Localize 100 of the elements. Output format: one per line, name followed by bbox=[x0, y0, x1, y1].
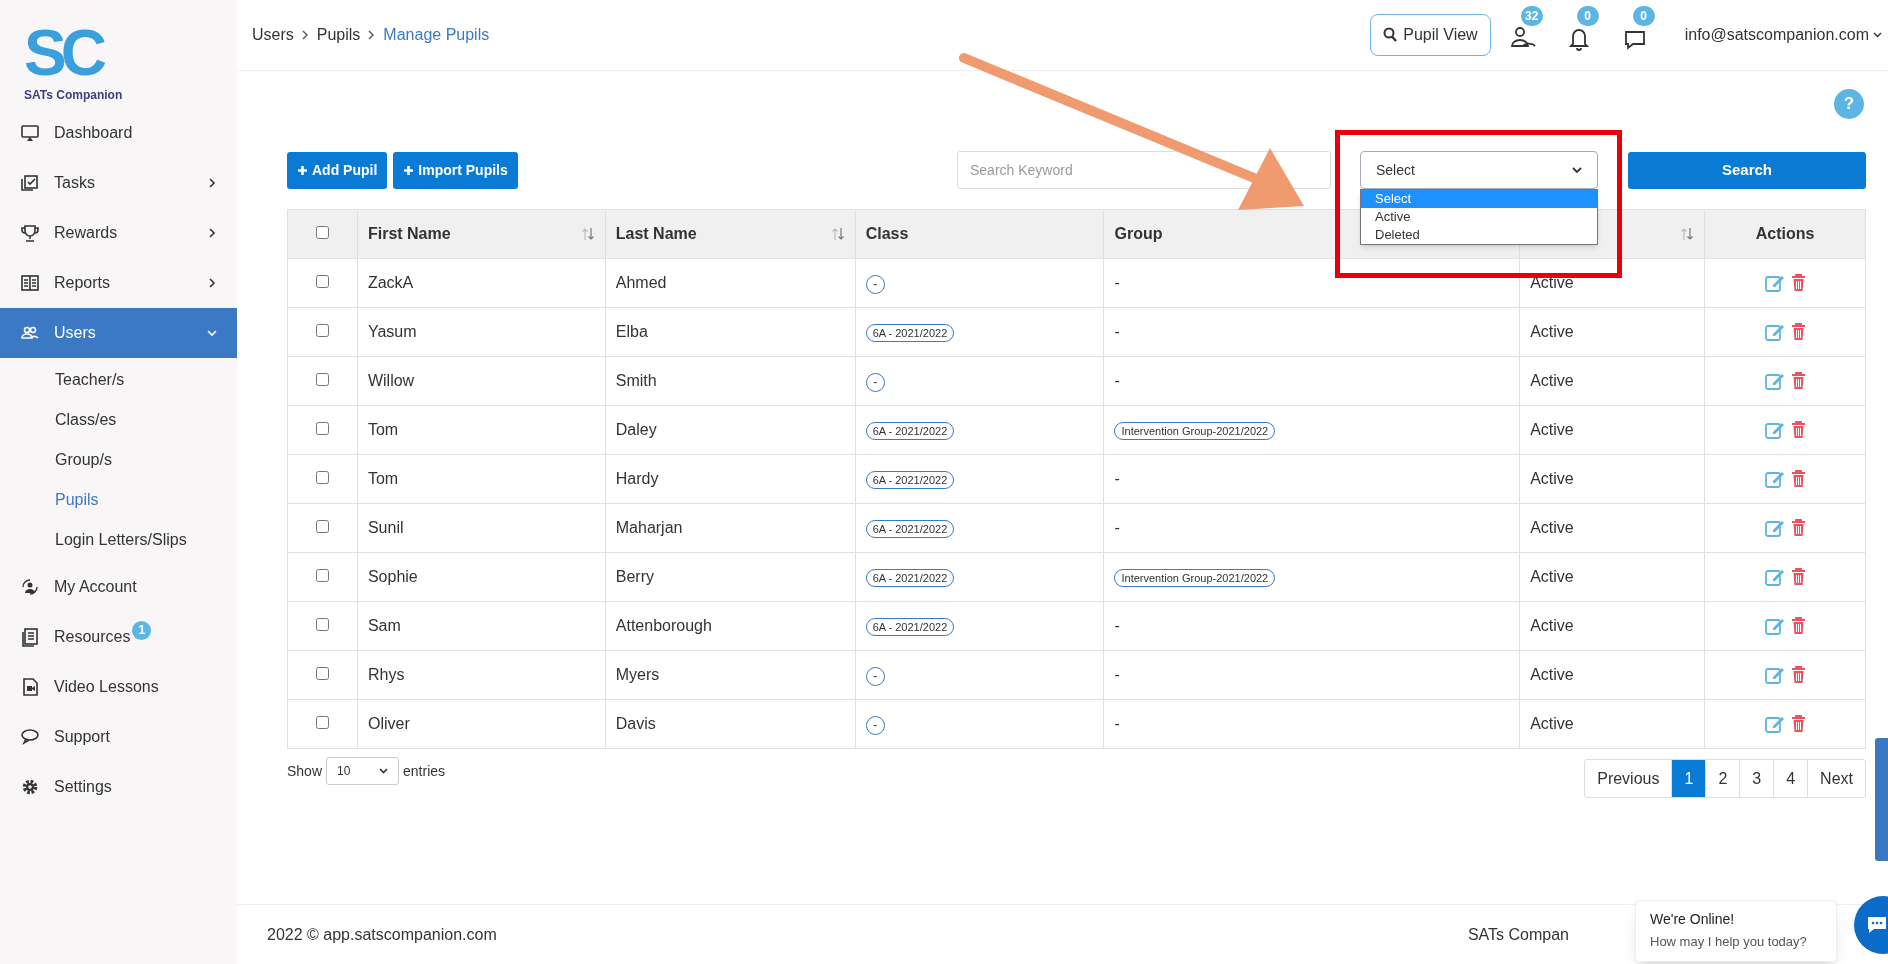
row-checkbox[interactable] bbox=[315, 324, 329, 337]
trash-icon[interactable] bbox=[1790, 274, 1806, 292]
chevron-icon bbox=[368, 30, 376, 40]
edit-icon[interactable] bbox=[1764, 323, 1785, 341]
edit-icon[interactable] bbox=[1764, 421, 1785, 439]
page-button[interactable]: 2 bbox=[1705, 760, 1740, 797]
row-checkbox[interactable] bbox=[315, 618, 329, 631]
search-field[interactable]: Search Keyword bbox=[957, 151, 1331, 189]
table-cell: Rhys bbox=[357, 650, 606, 700]
edit-icon[interactable] bbox=[1764, 274, 1785, 292]
sort-icon[interactable] bbox=[830, 227, 845, 241]
toolbar-button[interactable]: Add Pupil bbox=[287, 151, 388, 189]
edit-icon[interactable] bbox=[1764, 372, 1785, 390]
column-header[interactable]: Actions bbox=[1755, 222, 1815, 246]
table-cell: Active bbox=[1519, 699, 1705, 749]
page-length-select[interactable]: 10 bbox=[326, 757, 400, 785]
column-header[interactable]: Class bbox=[865, 222, 909, 246]
dropdown-option[interactable]: Deleted bbox=[1361, 226, 1597, 244]
chat-popup[interactable]: We're Online! How may I help you today? bbox=[1635, 900, 1837, 962]
account-menu[interactable]: info@satscompanion.com bbox=[1684, 23, 1882, 47]
trash-icon[interactable] bbox=[1790, 372, 1806, 390]
sort-icon[interactable] bbox=[1680, 227, 1695, 241]
page-button[interactable]: Previous bbox=[1585, 760, 1672, 797]
settings-icon bbox=[20, 777, 40, 797]
count-badge: 0 bbox=[1632, 6, 1655, 26]
sidebar-item[interactable]: Video Lessons bbox=[0, 662, 237, 712]
submenu-item[interactable]: Class/es bbox=[0, 400, 237, 440]
chat-title: We're Online! bbox=[1650, 910, 1736, 929]
row-checkbox[interactable] bbox=[315, 667, 329, 680]
trophy-icon bbox=[20, 223, 40, 243]
table-cell: - bbox=[1114, 323, 1120, 340]
copyright-text: 2022 © app.satscompanion.com bbox=[267, 924, 497, 945]
table-cell: - bbox=[1114, 519, 1120, 536]
breadcrumb-link[interactable]: Pupils bbox=[316, 23, 361, 47]
column-header[interactable]: First Name bbox=[367, 222, 451, 246]
table-cell: Sophie bbox=[357, 552, 606, 602]
page-button[interactable]: Next bbox=[1807, 760, 1865, 797]
row-checkbox[interactable] bbox=[315, 373, 329, 386]
submenu-item[interactable]: Pupils bbox=[0, 480, 237, 520]
dropdown-option[interactable]: Active bbox=[1361, 208, 1597, 226]
sidebar-item[interactable]: Rewards bbox=[0, 208, 237, 258]
sidebar-item[interactable]: Settings bbox=[0, 762, 237, 812]
page-button[interactable]: 3 bbox=[1739, 760, 1774, 797]
edit-icon[interactable] bbox=[1764, 617, 1785, 635]
sidebar-item[interactable]: My Account bbox=[0, 562, 237, 612]
search-icon bbox=[1383, 27, 1398, 43]
table-cell: - bbox=[1114, 470, 1120, 487]
logo-icon: SC bbox=[24, 22, 126, 84]
speech-bubble-icon bbox=[20, 727, 40, 747]
page-button[interactable]: 4 bbox=[1773, 760, 1808, 797]
toolbar-button[interactable]: Import Pupils bbox=[393, 151, 518, 189]
trash-icon[interactable] bbox=[1790, 666, 1806, 684]
caret-icon bbox=[379, 768, 389, 774]
table-cell: Active bbox=[1519, 454, 1705, 504]
chat-subtitle: How may I help you today? bbox=[1650, 933, 1808, 951]
trash-icon[interactable] bbox=[1790, 617, 1806, 635]
row-checkbox[interactable] bbox=[315, 275, 329, 288]
trash-icon[interactable] bbox=[1790, 323, 1806, 341]
row-checkbox[interactable] bbox=[315, 422, 329, 435]
sidebar-item[interactable]: Tasks bbox=[0, 158, 237, 208]
sort-icon[interactable] bbox=[580, 227, 595, 241]
row-checkbox[interactable] bbox=[315, 471, 329, 484]
sidebar-item[interactable]: Resources 1 bbox=[0, 612, 237, 662]
trash-icon[interactable] bbox=[1790, 519, 1806, 537]
sidebar-item[interactable]: Dashboard bbox=[0, 108, 237, 158]
edit-icon[interactable] bbox=[1764, 666, 1785, 684]
submenu-item[interactable]: Teacher/s bbox=[0, 360, 237, 400]
submenu-item[interactable]: Login Letters/Slips bbox=[0, 520, 237, 560]
edit-icon[interactable] bbox=[1764, 715, 1785, 733]
table-cell: Sunil bbox=[357, 503, 606, 553]
trash-icon[interactable] bbox=[1790, 568, 1806, 586]
edit-icon[interactable] bbox=[1764, 470, 1785, 488]
table-cell: Active bbox=[1519, 650, 1705, 700]
pupil-view-button[interactable]: Pupil View bbox=[1370, 14, 1491, 56]
breadcrumb-link[interactable]: Users bbox=[252, 23, 294, 47]
column-header[interactable]: Group bbox=[1114, 222, 1163, 246]
edit-icon[interactable] bbox=[1764, 519, 1785, 537]
sidebar-item[interactable]: Reports bbox=[0, 258, 237, 308]
submenu-item[interactable]: Group/s bbox=[0, 440, 237, 480]
sidebar-item[interactable]: Support bbox=[0, 712, 237, 762]
row-checkbox[interactable] bbox=[315, 716, 329, 729]
sidebar-item[interactable]: Users bbox=[0, 308, 237, 358]
trash-icon[interactable] bbox=[1790, 421, 1806, 439]
edit-icon[interactable] bbox=[1764, 568, 1785, 586]
checklist-icon bbox=[20, 173, 40, 193]
table-cell: Active bbox=[1519, 503, 1705, 553]
status-select[interactable]: Select bbox=[1360, 151, 1598, 189]
search-button[interactable]: Search bbox=[1628, 151, 1866, 189]
row-checkbox[interactable] bbox=[315, 520, 329, 533]
plus-icon bbox=[297, 164, 308, 176]
page-button[interactable]: 1 bbox=[1671, 760, 1706, 797]
monitor-icon bbox=[20, 123, 40, 143]
row-checkbox[interactable] bbox=[315, 569, 329, 582]
trash-icon[interactable] bbox=[1790, 470, 1806, 488]
select-all-checkbox[interactable] bbox=[315, 226, 329, 239]
trash-icon[interactable] bbox=[1790, 715, 1806, 733]
table-cell: - bbox=[1114, 715, 1120, 732]
table-cell: Smith bbox=[605, 356, 856, 406]
plus-icon bbox=[403, 164, 415, 176]
column-header[interactable]: Last Name bbox=[615, 222, 697, 246]
